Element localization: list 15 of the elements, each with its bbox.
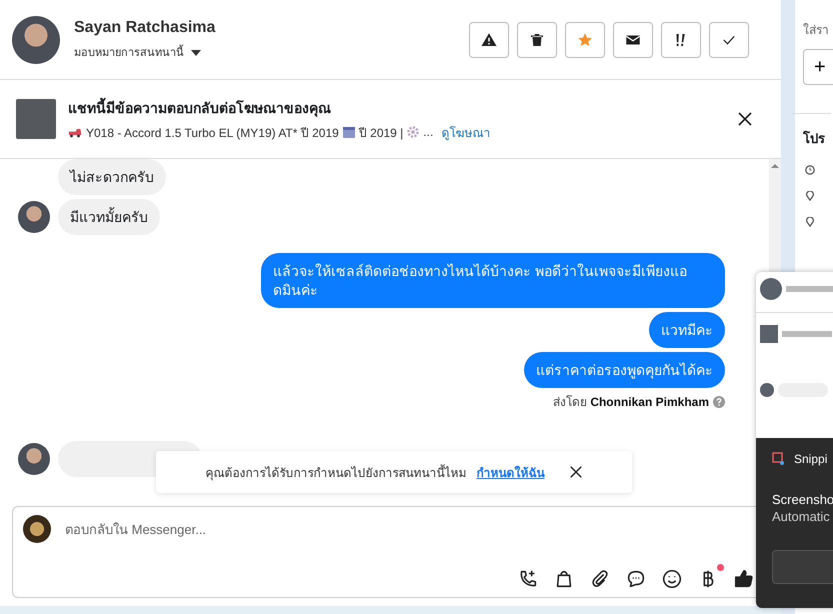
message-bubble: ไม่สะดวกครับ: [58, 159, 166, 196]
ad-year-text: ปี 2019 |: [358, 124, 404, 142]
message-bubble: มีแวทมั้ยครับ: [58, 199, 160, 236]
sent-by-text: ส่งโดย Chonnikan Pimkham: [552, 394, 709, 412]
app-name: Snippi: [794, 452, 828, 466]
assign-prompt-text: คุณต้องการได้รับการกำหนดไปยังการสนทนานี้ไหม: [206, 463, 466, 482]
tag-hint-text: ใส่รา: [803, 22, 829, 39]
ad-more-text: ...: [423, 125, 434, 139]
contact-name: Sayan Ratchasima: [74, 18, 216, 36]
message-bubble: แต่ราคาต่อรองพูดคุยกันได้คะ: [524, 352, 725, 388]
ad-model-text: Y018 - Accord 1.5 Turbo EL (MY19) AT* ปี 2019: [86, 124, 339, 142]
message-bubble: แล้วจะให้เซลล์ติดต่อช่องทางไหนได้บ้างคะ พอดีว่าในเพจจะมีเพียงแอดมินค่ะ: [261, 253, 725, 308]
message-bubble: แวทมีคะ: [649, 312, 725, 348]
section-title: โปร: [803, 130, 825, 148]
ad-reply-title: แชทนี้มีข้อความตอบกลับต่อโฆษณาของคุณ: [68, 96, 332, 118]
